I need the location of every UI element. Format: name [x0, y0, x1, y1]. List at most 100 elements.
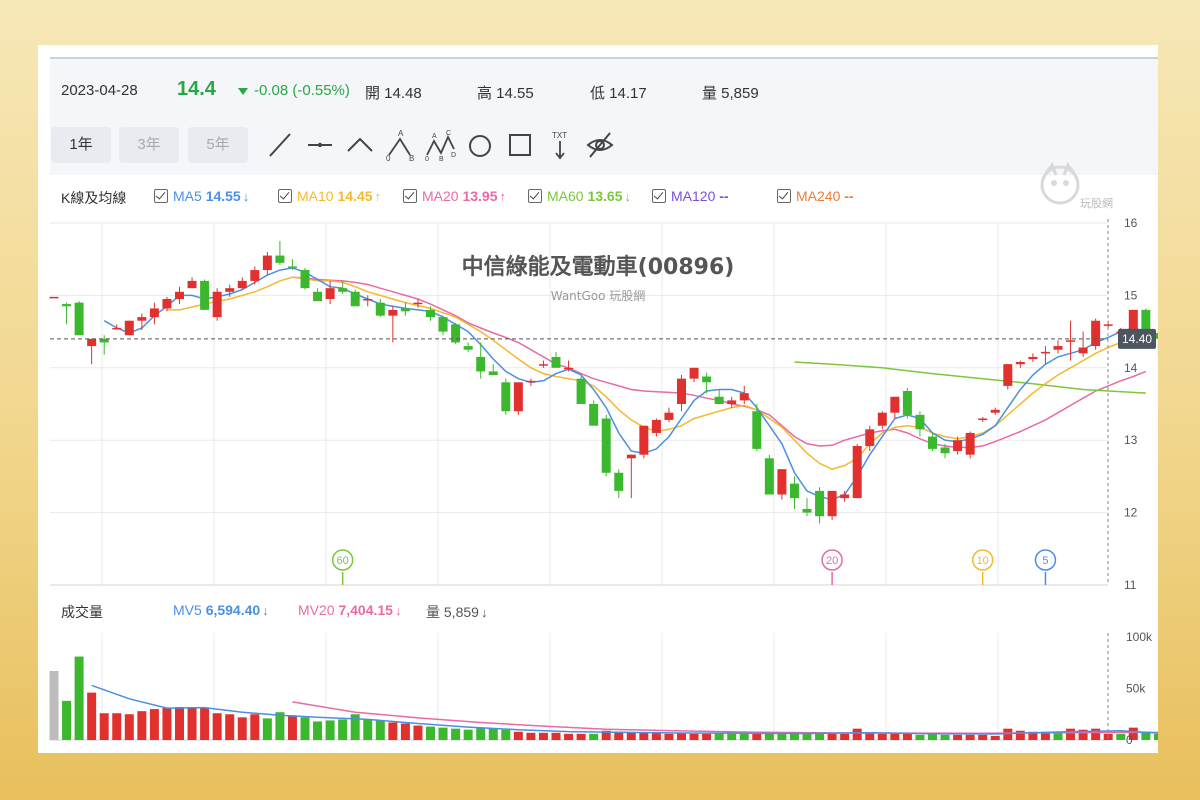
volume-bar: [1116, 733, 1126, 740]
candle: [49, 296, 59, 299]
candle: [802, 508, 812, 513]
volume-bar: [149, 709, 159, 740]
volume-bar: [589, 733, 599, 740]
volume-bar: [727, 733, 737, 740]
candle: [363, 299, 373, 301]
volume-bar: [124, 714, 134, 740]
candle: [87, 338, 97, 347]
volume-bar: [325, 720, 335, 740]
candle: [601, 418, 611, 473]
ma-markers: 60 20 10 5: [331, 549, 1057, 585]
candle: [639, 425, 649, 455]
volume-bar: [664, 733, 674, 740]
volume-bar: [1153, 733, 1158, 740]
volume-bar: [651, 732, 661, 740]
candle: [677, 378, 686, 404]
candle: [262, 255, 272, 271]
ma-marker-label: 5: [1042, 555, 1048, 567]
volume-bar: [852, 728, 862, 740]
volume-bar: [626, 732, 636, 740]
price-tick-label: 13: [1124, 433, 1138, 447]
candle: [576, 378, 586, 404]
volume-bar: [513, 731, 523, 740]
volume-bar: [212, 713, 222, 740]
candle: [752, 411, 762, 449]
candle: [589, 404, 599, 426]
volume-bar: [702, 733, 712, 740]
volume-bar: [237, 717, 247, 740]
chart-title: 中信綠能及電動車(00896): [462, 254, 735, 280]
candle: [990, 409, 1000, 413]
volume-bar: [501, 729, 511, 740]
ma-marker-label: 10: [977, 555, 989, 567]
candle: [350, 291, 360, 307]
volume-tick-label: 100k: [1126, 630, 1153, 644]
candle: [651, 419, 661, 433]
candle: [789, 483, 799, 499]
candle: [538, 364, 548, 366]
volume-bar: [990, 735, 1000, 740]
candle: [476, 356, 486, 372]
price-chart[interactable]: 玩股網 中信綠能及電動車(00896) WantGoo 玩股網 60 20 10 5 …: [38, 45, 1158, 753]
candle: [526, 380, 536, 383]
candle: [212, 291, 222, 318]
candle: [702, 376, 712, 383]
chart-subtitle: WantGoo 玩股網: [551, 289, 646, 303]
candle: [739, 393, 749, 401]
candle: [62, 304, 72, 307]
candle: [413, 302, 423, 305]
volume-bar: [639, 732, 649, 740]
candle: [463, 346, 473, 350]
volume-bar: [338, 719, 348, 740]
candle: [237, 280, 247, 289]
candle: [124, 320, 134, 336]
candle: [300, 270, 310, 289]
volume-bar: [877, 733, 887, 740]
volume-bar: [827, 733, 837, 740]
candle: [313, 291, 323, 302]
candle: [865, 429, 875, 446]
candle: [400, 308, 410, 312]
volume-bar: [488, 728, 498, 740]
candle: [614, 472, 624, 491]
volume-bar: [250, 714, 260, 740]
volume-bar: [551, 732, 561, 740]
volume-bar: [451, 728, 461, 740]
price-tick-label: 16: [1124, 216, 1138, 230]
candle: [714, 396, 724, 404]
candle: [149, 308, 159, 318]
volume-bar: [99, 713, 109, 740]
volume-bar: [300, 717, 310, 740]
candle: [375, 302, 385, 316]
candle: [1053, 346, 1063, 350]
candle: [940, 447, 950, 454]
candle: [1091, 320, 1101, 347]
candle: [501, 382, 511, 412]
volume-bar: [890, 733, 900, 740]
volume-bar: [1091, 728, 1101, 740]
svg-text:玩股網: 玩股網: [1080, 196, 1113, 210]
volume-bar: [764, 733, 774, 740]
volume-bar: [87, 692, 97, 740]
volume-bar: [777, 733, 787, 740]
candle: [275, 255, 285, 263]
wantgoo-logo: 玩股網: [1040, 161, 1113, 210]
volume-bar: [137, 711, 147, 740]
current-price-tag-label: 14.40: [1122, 332, 1152, 346]
volume-bar: [1066, 728, 1076, 740]
volume-bar: [978, 734, 988, 740]
candle: [890, 396, 900, 413]
candle: [175, 291, 184, 300]
volume-bar: [677, 732, 686, 740]
volume-bar: [375, 720, 385, 740]
candle: [325, 288, 335, 300]
candle: [1015, 362, 1025, 365]
candle: [99, 338, 109, 343]
candle: [852, 445, 862, 499]
volume-bar: [940, 734, 950, 740]
volume-bar: [175, 707, 184, 740]
volume-bar: [739, 733, 749, 740]
candle: [1078, 347, 1088, 354]
volume-tick-label: 50k: [1126, 682, 1146, 696]
price-tick-label: 14: [1124, 361, 1138, 375]
